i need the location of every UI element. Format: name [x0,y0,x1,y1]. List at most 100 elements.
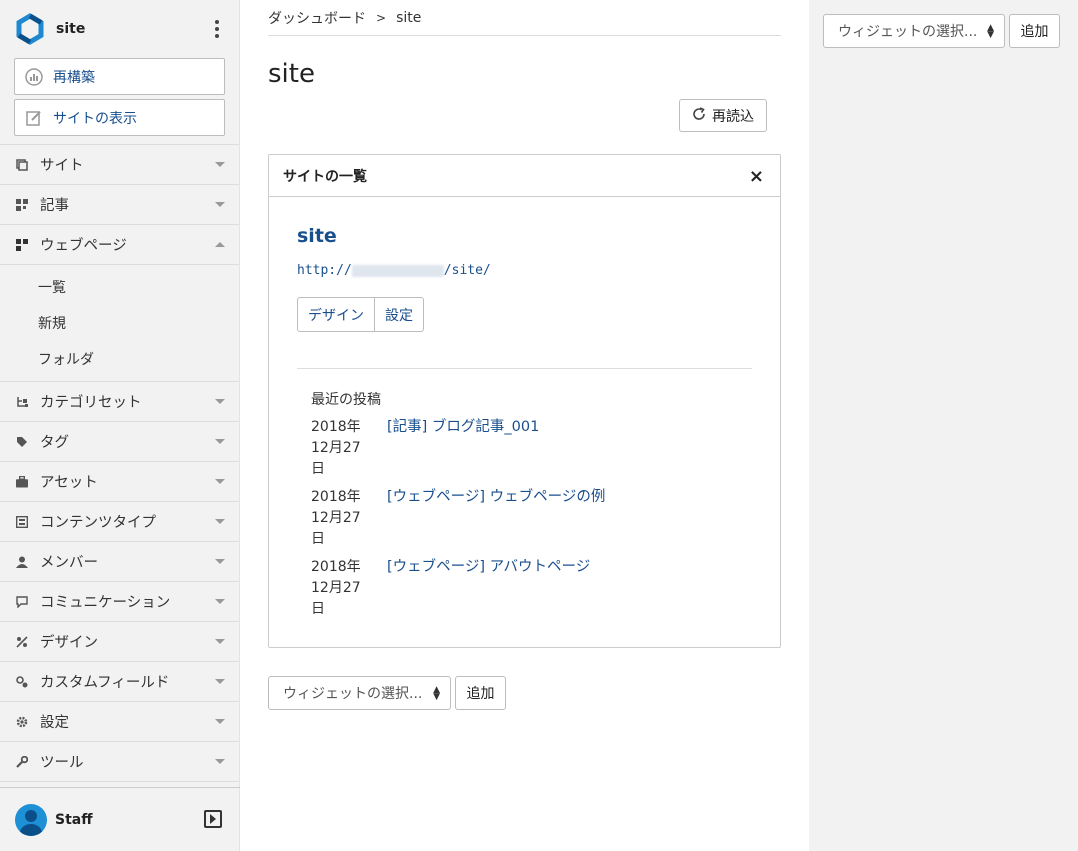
site-link[interactable]: site [297,225,337,247]
chevron-down-icon [215,599,225,604]
chevron-up-icon [215,242,225,247]
widget-header: サイトの一覧 × [269,155,780,197]
close-icon[interactable]: × [749,166,764,187]
sidebar-item-design[interactable]: デザイン [0,622,239,662]
sidebar-item-category-set[interactable]: カテゴリセット [0,382,239,422]
post-date: 2018年 12月27 日 [311,419,361,477]
chevron-down-icon [215,202,225,207]
gear-icon [16,716,28,728]
right-widget-panel: ウィジェットの選択... ▲ ▼ 追加 [809,0,1078,851]
chevron-down-icon [215,519,225,524]
site-icon [16,158,28,171]
view-site-button[interactable]: サイトの表示 [14,99,225,136]
member-icon [16,556,28,568]
sidebar-item-label: ウェブページ [40,238,127,254]
sidebar-item-label: ツール [40,755,84,771]
communication-icon [16,595,28,608]
webpage-submenu: 一覧 新規 フォルダ [0,265,239,382]
content-type-icon [16,515,28,528]
avatar[interactable] [15,803,47,836]
add-widget-button[interactable]: 追加 [455,676,506,710]
main-content: ダッシュボード > site site 再読込 サイトの一覧 × site ht… [268,0,781,648]
post-link[interactable]: [ウェブページ] アバウトページ [387,557,590,620]
sidebar-item-members[interactable]: メンバー [0,542,239,582]
submenu-item-new[interactable]: 新規 [0,305,239,341]
chevron-down-icon [215,559,225,564]
submenu-item-list[interactable]: 一覧 [0,269,239,305]
recent-posts-title: 最近の投稿 [311,392,381,408]
design-button[interactable]: デザイン [297,297,375,332]
sidebar-item-settings[interactable]: 設定 [0,702,239,742]
sidebar-item-tools[interactable]: ツール [0,742,239,782]
reload-button[interactable]: 再読込 [679,99,767,132]
sidebar-item-label: カスタムフィールド [40,675,170,691]
sidebar-item-communication[interactable]: コミュニケーション [0,582,239,622]
sidebar-item-webpages[interactable]: ウェブページ [0,225,239,265]
chevron-down-icon [215,399,225,404]
sidebar: site 再構築 サイトの表示 サイト 記事 ウェブページ 一覧 新規 フォルダ… [0,0,240,851]
recent-posts-list: 2018年 12月27 日 [記事] ブログ記事_001 2018年 12月27 日 [… [311,417,741,627]
sidebar-item-content-types[interactable]: コンテンツタイプ [0,502,239,542]
site-name[interactable]: site [56,21,85,37]
tag-icon [16,436,28,448]
add-widget-button-right[interactable]: 追加 [1009,14,1060,48]
sidebar-item-tags[interactable]: タグ [0,422,239,462]
breadcrumb-dashboard[interactable]: ダッシュボード [268,8,366,28]
logo-icon[interactable] [14,13,46,45]
toggle-sidebar-icon[interactable] [204,810,222,828]
sidebar-nav: サイト 記事 ウェブページ 一覧 新規 フォルダ カテゴリセット タグ アセット… [0,144,239,782]
sidebar-item-label: 記事 [40,198,69,214]
post-date: 2018年 12月27 日 [311,559,361,617]
sidebar-item-label: コミュニケーション [40,595,171,611]
webpage-icon [16,238,28,251]
widget-select-right[interactable]: ウィジェットの選択... ▲ ▼ [823,14,1005,48]
sidebar-item-label: 設定 [40,715,69,731]
refresh-icon [692,106,706,125]
chevron-down-icon [215,639,225,644]
post-date: 2018年 12月27 日 [311,489,361,547]
widget-select-value: ウィジェットの選択... [838,24,978,40]
sidebar-item-label: デザイン [40,635,98,651]
sidebar-item-label: カテゴリセット [40,395,142,411]
site-list-widget: サイトの一覧 × site http:// /site/ デザイン 設定 最近の投… [268,154,781,648]
post-link[interactable]: [ウェブページ] ウェブページの例 [387,487,605,550]
rebuild-icon [25,67,43,86]
sidebar-item-custom-fields[interactable]: カスタムフィールド [0,662,239,702]
custom-field-icon [16,675,28,688]
view-site-label: サイトの表示 [53,110,137,127]
redacted-host [351,264,444,277]
sidebar-item-label: アセット [40,475,98,491]
rebuild-label: 再構築 [53,69,95,86]
widget-select[interactable]: ウィジェットの選択... ▲ ▼ [268,676,451,710]
list-item: 2018年 12月27 日 [記事] ブログ記事_001 [311,417,741,480]
page-title: site [268,59,315,89]
user-name[interactable]: Staff [55,812,93,828]
sidebar-item-assets[interactable]: アセット [0,462,239,502]
site-action-group: デザイン 設定 [297,297,424,332]
sidebar-item-label: タグ [40,435,69,451]
sidebar-item-site[interactable]: サイト [0,145,239,185]
rebuild-button[interactable]: 再構築 [14,58,225,95]
breadcrumb-separator: > [376,10,387,25]
widget-select-value: ウィジェットの選択... [283,686,423,702]
list-item: 2018年 12月27 日 [ウェブページ] アバウトページ [311,557,741,620]
url-suffix: /site/ [443,263,491,278]
entry-icon [16,198,28,211]
chevron-down-icon [215,479,225,484]
breadcrumb: ダッシュボード > site [268,0,781,36]
sidebar-item-entries[interactable]: 記事 [0,185,239,225]
select-arrows-icon: ▲ ▼ [433,685,440,702]
kebab-menu-icon[interactable] [215,20,219,38]
chevron-down-icon [215,719,225,724]
settings-button[interactable]: 設定 [375,297,424,332]
sidebar-header: site [0,0,239,58]
site-url[interactable]: http:// /site/ [297,263,491,278]
list-item: 2018年 12月27 日 [ウェブページ] ウェブページの例 [311,487,741,550]
submenu-item-folder[interactable]: フォルダ [0,341,239,377]
category-set-icon [16,396,28,408]
chevron-down-icon [215,439,225,444]
chevron-down-icon [215,759,225,764]
post-link[interactable]: [記事] ブログ記事_001 [387,417,539,480]
edit-icon [25,109,43,127]
divider [297,368,752,369]
